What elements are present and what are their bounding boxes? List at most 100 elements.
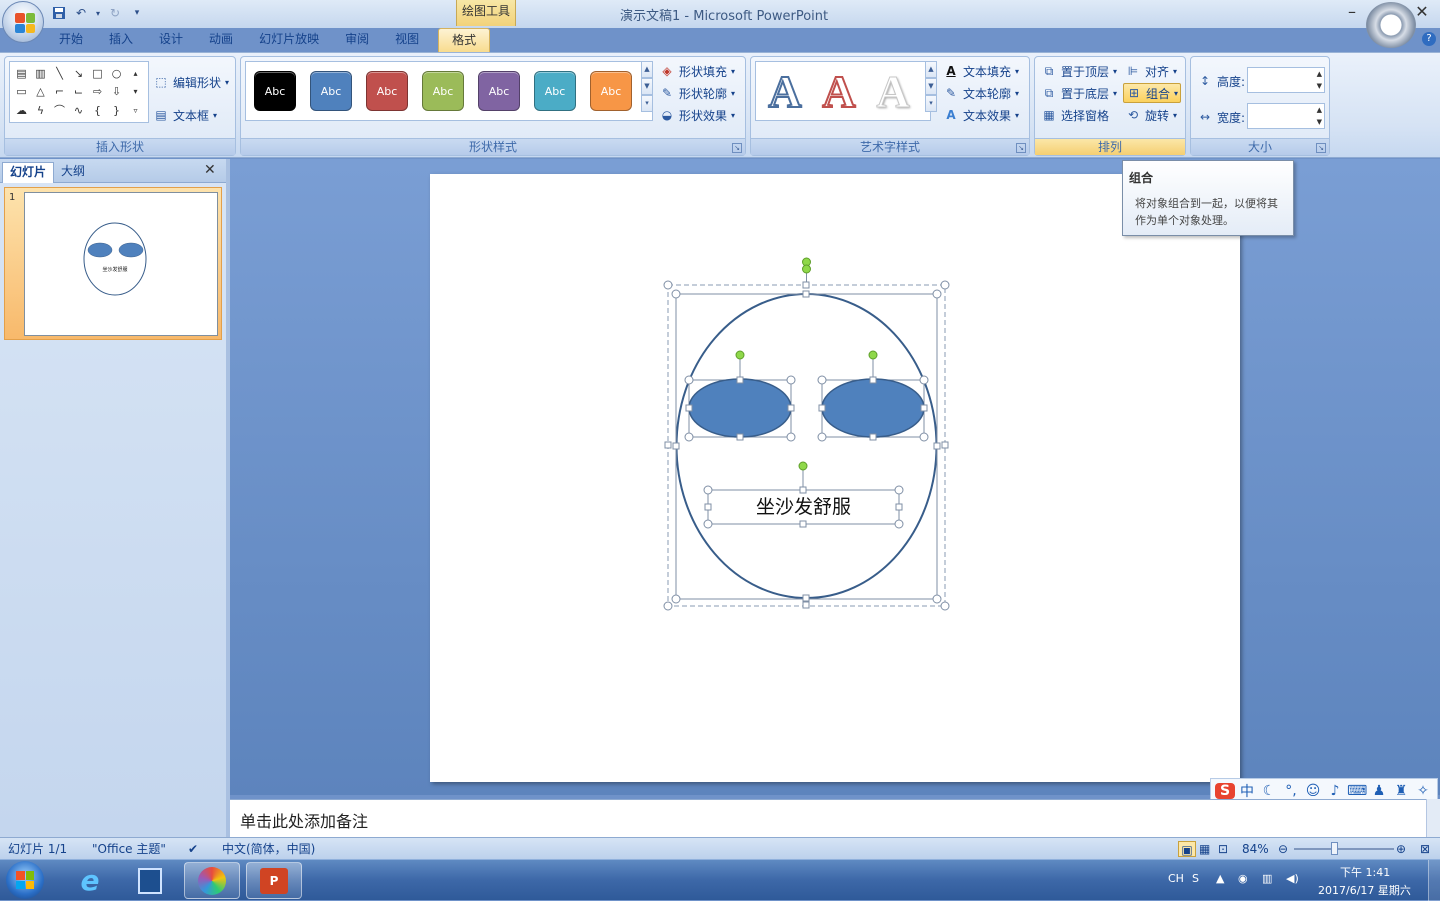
tools-icon[interactable]: ✧ (1413, 783, 1433, 799)
sogou-tray-icon[interactable]: S (1192, 872, 1199, 885)
wordart-style-red[interactable]: A (815, 65, 863, 118)
elbow-connector-shape-icon[interactable]: ⌐ (50, 83, 69, 101)
wordart-style-outline[interactable]: A (761, 65, 809, 118)
half-width-icon[interactable]: ☾ (1259, 783, 1279, 799)
language-status[interactable]: 中文(简体，中国) (222, 841, 315, 857)
tab-format[interactable]: 格式 (438, 28, 491, 52)
brace-right-shape-icon[interactable]: } (107, 101, 126, 119)
zoom-level[interactable]: 84% (1242, 841, 1269, 857)
face-textbox[interactable]: 坐沙发舒服 (708, 490, 899, 524)
notes-pane[interactable]: 单击此处添加备注 (230, 799, 1426, 837)
security-tray-icon[interactable]: ◉ (1238, 872, 1248, 885)
minimize-icon[interactable]: – (1338, 0, 1366, 24)
dialog-launcher-icon[interactable]: ↘ (732, 143, 742, 153)
media-player-icon[interactable] (122, 862, 178, 899)
shape-style-swatch[interactable]: Abc (585, 65, 637, 117)
arc-shape-icon[interactable]: ⌒ (50, 101, 69, 119)
tab-slides[interactable]: 幻灯片 (2, 162, 55, 183)
brace-left-shape-icon[interactable]: { (88, 101, 107, 119)
shape-style-swatch[interactable]: Abc (249, 65, 301, 117)
zoom-slider-thumb[interactable] (1331, 842, 1338, 855)
spin-arrows-icon[interactable]: ▲ ▼ (1317, 68, 1322, 92)
tab-animations[interactable]: 动画 (196, 28, 246, 52)
gallery-up-icon[interactable]: ▴ (126, 64, 145, 82)
elbow-arrow-shape-icon[interactable]: ⌙ (69, 83, 88, 101)
punctuation-icon[interactable]: °, (1281, 783, 1301, 799)
slide-thumbnail-selected[interactable]: 1 坐沙发舒服 (4, 187, 222, 340)
internet-explorer-icon[interactable]: e (62, 862, 118, 899)
align-button[interactable]: ⊫ 对齐 ▾ (1125, 61, 1177, 81)
vertical-textbox-shape-icon[interactable]: ▥ (31, 64, 50, 82)
volume-tray-icon[interactable]: ◀) (1286, 872, 1299, 885)
selection-pane-button[interactable]: ▦ 选择窗格 (1041, 105, 1109, 125)
close-window-icon[interactable]: ✕ (1408, 0, 1436, 24)
tab-slideshow[interactable]: 幻灯片放映 (246, 28, 332, 52)
group-button[interactable]: ⊞ 组合 ▾ (1123, 83, 1182, 103)
shape-style-swatch[interactable]: Abc (417, 65, 469, 117)
clock-time[interactable]: 下午 1:41 (1340, 864, 1390, 880)
shape-fill-button[interactable]: ◈ 形状填充 ▾ (659, 61, 735, 81)
microphone-icon[interactable]: ♪ (1325, 783, 1345, 799)
tab-home[interactable]: 开始 (46, 28, 96, 52)
fit-slide-icon[interactable]: ⊠ (1420, 841, 1430, 857)
spin-arrows-icon[interactable]: ▲ ▼ (1317, 104, 1322, 128)
slide-canvas[interactable]: 坐沙发舒服 (430, 174, 1240, 782)
ime-mode[interactable]: 中 (1237, 781, 1257, 801)
zoom-slider-track[interactable] (1294, 848, 1394, 850)
gallery-more-icon[interactable]: ▾ (641, 95, 653, 112)
gallery-up-icon[interactable]: ▲ (641, 61, 653, 78)
sogou-logo-icon[interactable]: S (1215, 783, 1235, 799)
face-group[interactable] (430, 174, 1240, 782)
lightning-shape-icon[interactable]: ϟ (31, 101, 50, 119)
gallery-down-icon[interactable]: ▼ (925, 78, 937, 95)
line-shape-icon[interactable]: ╲ (50, 64, 69, 82)
gallery-more-icon[interactable]: ▾ (925, 95, 937, 112)
keyboard-icon[interactable]: ⌨ (1347, 783, 1367, 799)
freeform-shape-icon[interactable]: ☁ (12, 101, 31, 119)
curve-shape-icon[interactable]: ∿ (69, 101, 88, 119)
shape-style-swatch[interactable]: Abc (529, 65, 581, 117)
tab-insert[interactable]: 插入 (96, 28, 146, 52)
wordart-style-white[interactable]: A (869, 65, 917, 117)
slide-sorter-icon[interactable]: ▦ (1199, 841, 1210, 857)
start-button[interactable] (6, 861, 44, 899)
triangle-shape-icon[interactable]: △ (31, 83, 50, 101)
text-fill-button[interactable]: A 文本填充 ▾ (943, 61, 1019, 81)
close-panel-icon[interactable]: ✕ (204, 162, 216, 178)
slideshow-view-icon[interactable]: ⊡ (1218, 841, 1228, 857)
tray-language[interactable]: CH (1168, 872, 1184, 885)
height-input[interactable]: ▲ ▼ (1247, 67, 1325, 93)
help-icon[interactable]: ? (1422, 32, 1436, 46)
width-input[interactable]: ▲ ▼ (1247, 103, 1325, 129)
gallery-down-icon[interactable]: ▼ (641, 78, 653, 95)
undo-icon[interactable]: ↶ (72, 4, 90, 22)
down-arrow-shape-icon[interactable]: ⇩ (107, 83, 126, 101)
shape-style-swatch[interactable]: Abc (473, 65, 525, 117)
emoji-icon[interactable]: ☺ (1303, 783, 1323, 799)
shape-style-swatch[interactable]: Abc (305, 65, 357, 117)
normal-view-icon[interactable]: ▣ (1178, 841, 1196, 857)
zoom-in-icon[interactable]: ⊕ (1396, 841, 1406, 857)
tab-view[interactable]: 视图 (382, 28, 432, 52)
gallery-more-icon[interactable]: ▿ (126, 101, 145, 119)
text-outline-button[interactable]: ✎ 文本轮廓 ▾ (943, 83, 1019, 103)
redo-icon[interactable]: ↻ (106, 4, 124, 22)
show-desktop-button[interactable] (1428, 860, 1440, 901)
gallery-down-icon[interactable]: ▾ (126, 83, 145, 101)
network-tray-icon[interactable]: ▥ (1262, 872, 1272, 885)
dialog-launcher-icon[interactable]: ↘ (1316, 143, 1326, 153)
gallery-up-icon[interactable]: ▲ (925, 61, 937, 78)
tab-review[interactable]: 审阅 (332, 28, 382, 52)
zoom-out-icon[interactable]: ⊖ (1278, 841, 1288, 857)
shape-outline-button[interactable]: ✎ 形状轮廓 ▾ (659, 83, 735, 103)
undo-dropdown-icon[interactable]: ▾ (94, 4, 102, 22)
textbox-shape-icon[interactable]: ▤ (12, 64, 31, 82)
arrow-line-shape-icon[interactable]: ↘ (69, 64, 88, 82)
text-effects-button[interactable]: A 文本效果 ▾ (943, 105, 1019, 125)
skin-icon[interactable]: ♜ (1391, 783, 1411, 799)
shape-effects-button[interactable]: ◒ 形状效果 ▾ (659, 105, 735, 125)
color-app-icon[interactable] (184, 862, 240, 899)
tab-outline[interactable]: 大纲 (54, 162, 92, 183)
powerpoint-taskbar-icon[interactable]: P (246, 862, 302, 899)
dialog-launcher-icon[interactable]: ↘ (1016, 143, 1026, 153)
